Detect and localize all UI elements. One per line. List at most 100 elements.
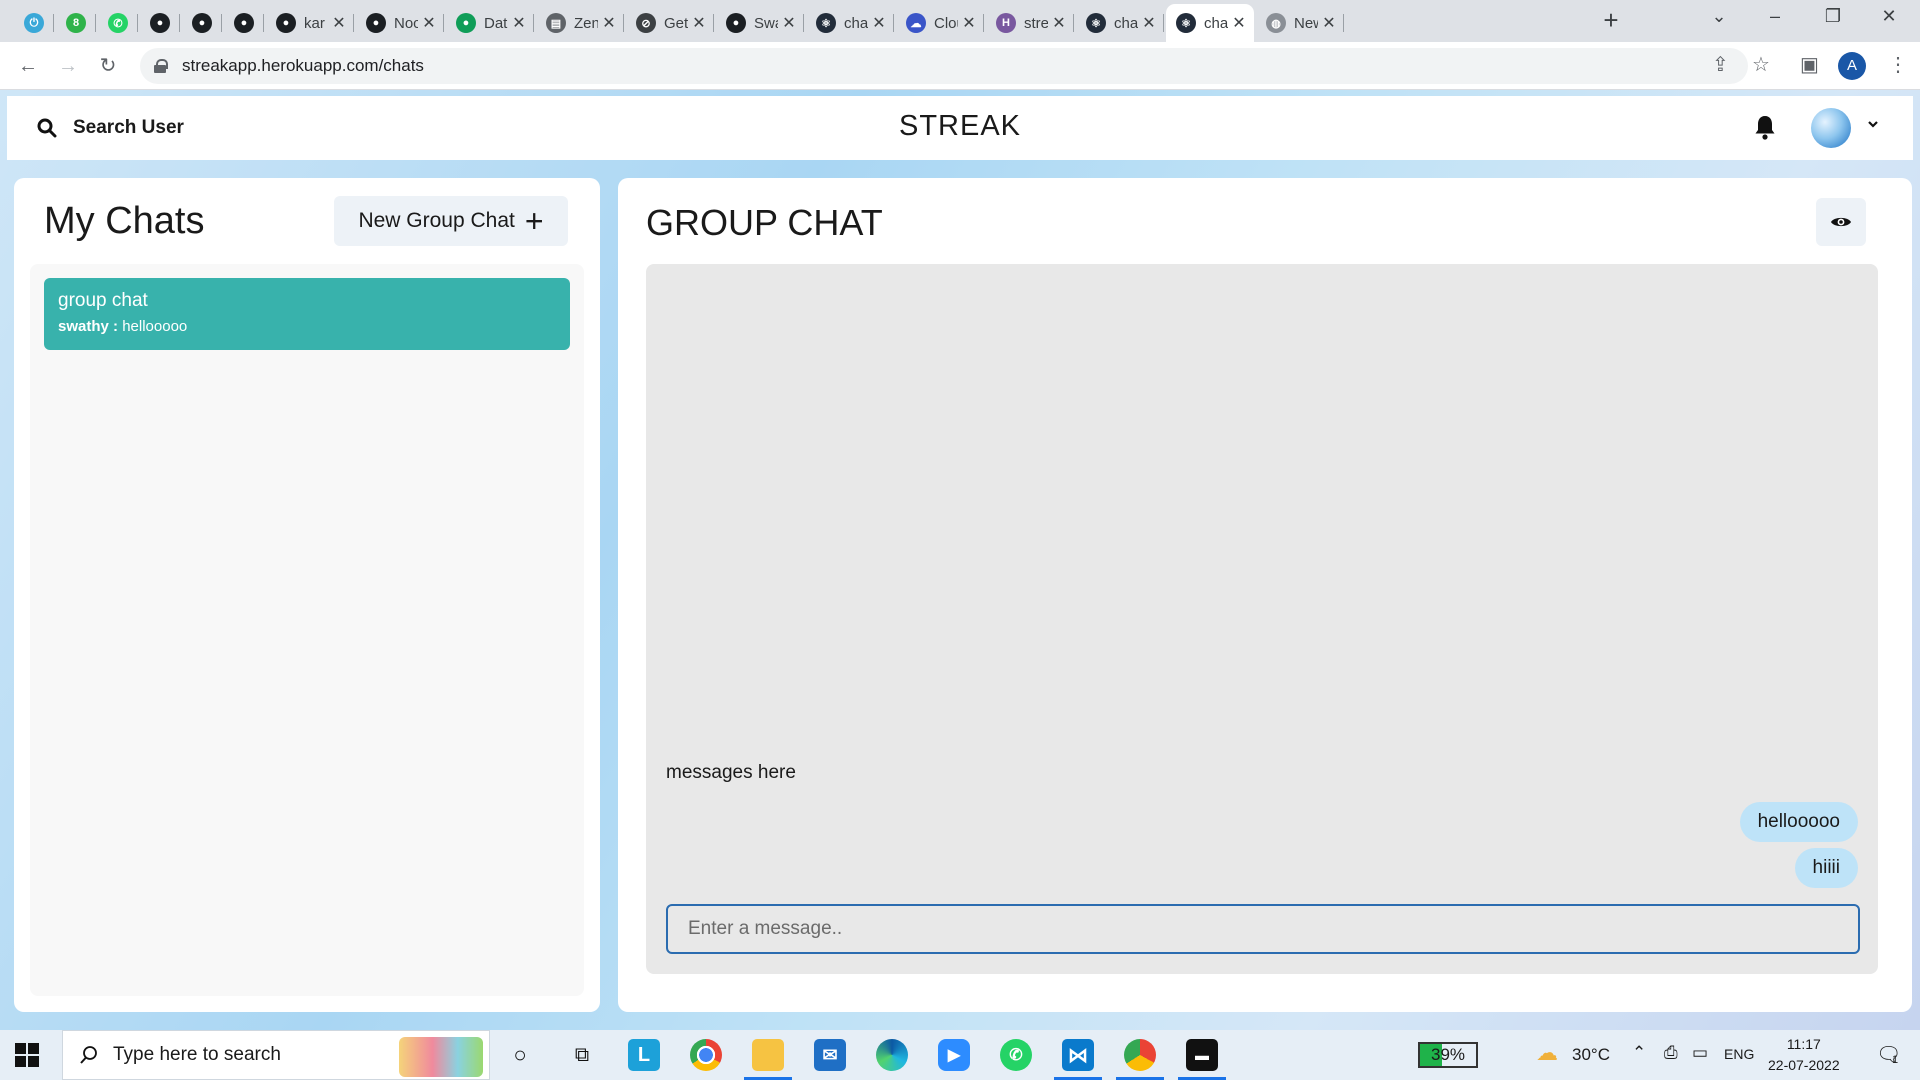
- tab-separator: [713, 14, 714, 32]
- chat-title: GROUP CHAT: [646, 202, 883, 243]
- battery-indicator[interactable]: 39%: [1418, 1042, 1478, 1068]
- tab-close-icon[interactable]: ✕: [420, 13, 438, 33]
- lens-app-icon[interactable]: L: [628, 1039, 660, 1071]
- browser-tab[interactable]: ● Swa✕: [716, 4, 804, 42]
- tab-favicon-icon: ●: [366, 13, 386, 33]
- taskbar-clock[interactable]: 11:17 22-07-2022: [1768, 1034, 1840, 1076]
- tab-title: Data: [484, 14, 508, 32]
- url-bar[interactable]: streakapp.herokuapp.com/chats: [140, 48, 1748, 84]
- tab-title: stre: [1024, 14, 1048, 32]
- tab-close-icon[interactable]: ✕: [780, 13, 798, 33]
- edge-icon[interactable]: [876, 1039, 908, 1071]
- browser-tab[interactable]: ⚛ chat✕: [806, 4, 894, 42]
- chat-latest-text: hellooooo: [122, 318, 188, 335]
- terminal-icon[interactable]: ▬: [1178, 1039, 1226, 1080]
- tab-favicon-icon: ▤: [546, 13, 566, 33]
- plus-icon: +: [524, 203, 544, 239]
- tab-close-icon[interactable]: ✕: [1050, 13, 1068, 33]
- browser-tab[interactable]: ●: [224, 4, 264, 42]
- browser-tab[interactable]: ✆: [98, 4, 138, 42]
- clock-date: 22-07-2022: [1768, 1057, 1840, 1073]
- forward-icon[interactable]: →: [54, 52, 82, 80]
- tab-close-icon[interactable]: ✕: [960, 13, 978, 33]
- windows-start-icon[interactable]: [14, 1042, 40, 1068]
- browser-tab[interactable]: ⏻: [14, 4, 54, 42]
- tab-separator: [137, 14, 138, 32]
- maximize-button[interactable]: ❐: [1810, 6, 1856, 34]
- tab-favicon-icon: H: [996, 13, 1016, 33]
- whatsapp-icon[interactable]: ✆: [1000, 1039, 1032, 1071]
- tab-title: Noc: [394, 14, 418, 32]
- tab-close-icon[interactable]: ✕: [1140, 13, 1158, 33]
- chat-list-item[interactable]: group chat swathy : hellooooo: [44, 278, 570, 350]
- vscode-icon[interactable]: ⋈: [1054, 1039, 1102, 1080]
- tab-separator: [221, 14, 222, 32]
- tab-title: Zen: [574, 14, 598, 32]
- search-icon: [80, 1046, 97, 1064]
- new-group-chat-button[interactable]: New Group Chat +: [334, 196, 568, 246]
- taskbar-search-box[interactable]: Type here to search: [62, 1030, 490, 1080]
- browser-tab[interactable]: ⚛ chat✕: [1166, 4, 1254, 42]
- chat-box-panel: GROUP CHAT messages here hellooooo hiiii: [618, 178, 1912, 1012]
- minimize-button[interactable]: –: [1752, 6, 1798, 34]
- tab-search-icon[interactable]: ⌄: [1696, 6, 1742, 34]
- browser-tab[interactable]: ● Noc ✕: [356, 4, 444, 42]
- tab-separator: [179, 14, 180, 32]
- weather-icon[interactable]: ☁: [1536, 1040, 1558, 1066]
- meet-icon[interactable]: ⎙: [1664, 1043, 1678, 1063]
- browser-tab[interactable]: ● Data✕: [446, 4, 534, 42]
- browser-tab[interactable]: ▤ Zen ✕: [536, 4, 624, 42]
- new-tab-button[interactable]: +: [1598, 7, 1624, 34]
- mail-icon[interactable]: ✉: [814, 1039, 846, 1071]
- tab-title: chat: [1204, 14, 1228, 32]
- tab-close-icon[interactable]: ✕: [330, 13, 348, 33]
- tab-close-icon[interactable]: ✕: [600, 13, 618, 33]
- show-hidden-icons-icon[interactable]: ⌃: [1632, 1043, 1646, 1063]
- bookmark-star-icon[interactable]: ☆: [1752, 52, 1770, 77]
- chrome-icon[interactable]: [690, 1039, 722, 1071]
- reload-icon[interactable]: ↻: [94, 52, 122, 80]
- tab-separator: [893, 14, 894, 32]
- page-viewport: Search User STREAK My Chats New Group Ch…: [0, 90, 1920, 1030]
- browser-tab[interactable]: ● kar ✕: [266, 4, 354, 42]
- battery-tray-icon[interactable]: ▭: [1692, 1043, 1708, 1063]
- message-input[interactable]: [666, 904, 1860, 954]
- browser-tab[interactable]: Hstre ✕: [986, 4, 1074, 42]
- browser-tab[interactable]: 8: [56, 4, 96, 42]
- tab-close-icon[interactable]: ✕: [1320, 13, 1338, 33]
- tab-separator: [1163, 14, 1164, 32]
- browser-tab[interactable]: ⚛ chat✕: [1076, 4, 1164, 42]
- tab-close-icon[interactable]: ✕: [870, 13, 888, 33]
- browser-tab[interactable]: ⊘ Get ✕: [626, 4, 714, 42]
- lock-icon: [154, 59, 168, 73]
- chevron-down-icon[interactable]: [1867, 118, 1879, 130]
- back-icon[interactable]: ←: [14, 52, 42, 80]
- browser-profile-avatar[interactable]: A: [1838, 52, 1866, 80]
- user-avatar[interactable]: [1811, 108, 1851, 148]
- tab-favicon-icon: ●: [150, 13, 170, 33]
- url-text: streakapp.herokuapp.com/chats: [182, 56, 424, 75]
- sidepanel-icon[interactable]: ▣: [1800, 52, 1819, 77]
- language-indicator[interactable]: ENG: [1724, 1046, 1754, 1062]
- tab-close-icon[interactable]: ✕: [690, 13, 708, 33]
- address-bar-row: ← → ↻ streakapp.herokuapp.com/chats ⇪ ☆ …: [0, 42, 1920, 90]
- zoom-icon[interactable]: ▶: [938, 1039, 970, 1071]
- notification-bell-icon[interactable]: [1754, 114, 1776, 140]
- browser-tab[interactable]: ◍ New✕: [1256, 4, 1344, 42]
- chrome-profile-icon[interactable]: [1116, 1039, 1164, 1080]
- share-icon[interactable]: ⇪: [1712, 52, 1729, 77]
- tab-close-icon[interactable]: ✕: [1230, 13, 1248, 33]
- cortana-icon[interactable]: ○: [504, 1039, 536, 1071]
- task-view-icon[interactable]: ⧉: [566, 1039, 598, 1071]
- file-explorer-icon[interactable]: [744, 1039, 792, 1080]
- browser-tab[interactable]: ●: [140, 4, 180, 42]
- browser-tab[interactable]: ☁ Clou✕: [896, 4, 984, 42]
- eye-icon: [1831, 217, 1851, 227]
- browser-menu-icon[interactable]: ⋮: [1888, 52, 1908, 77]
- message-bubble: hiiii: [1794, 848, 1858, 888]
- close-window-button[interactable]: ✕: [1866, 6, 1912, 34]
- tab-close-icon[interactable]: ✕: [510, 13, 528, 33]
- view-group-info-button[interactable]: [1816, 198, 1866, 246]
- browser-tab[interactable]: ●: [182, 4, 222, 42]
- chat-latest-message: swathy : hellooooo: [58, 318, 556, 335]
